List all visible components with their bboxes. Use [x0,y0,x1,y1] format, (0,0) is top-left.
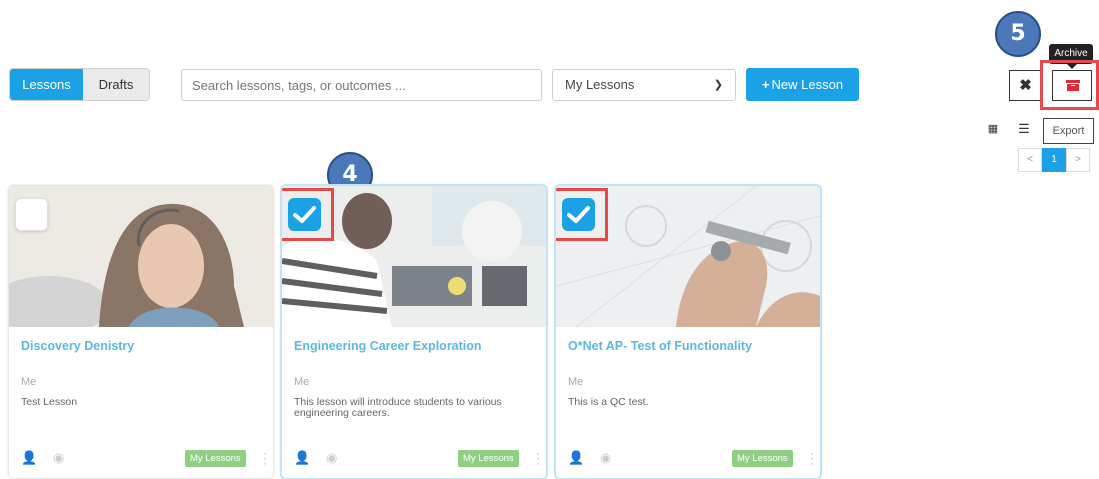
page-1-button[interactable]: 1 [1042,148,1066,172]
add-user-icon[interactable]: 👤 [294,450,310,466]
more-options-icon[interactable]: ⋮ [258,450,272,466]
export-button[interactable]: Export [1043,118,1094,144]
status-badge: My Lessons [185,450,246,467]
select-checkbox[interactable] [15,198,48,231]
step-marker-5: 5 [995,11,1041,57]
card-author: Me [568,376,584,388]
card-footer: 👤 ◉ My Lessons ⋮ [294,448,545,468]
new-lesson-label: New Lesson [771,77,844,92]
chevron-down-icon: ❯ [713,79,723,91]
search-input[interactable] [181,69,542,101]
card-footer: 👤 ◉ My Lessons ⋮ [21,448,272,468]
lesson-thumbnail [9,186,273,327]
lesson-filter-value: My Lessons [565,77,635,92]
more-options-icon[interactable]: ⋮ [531,450,545,466]
card-author: Me [21,376,37,388]
eye-icon[interactable]: ◉ [600,450,611,466]
card-title[interactable]: Engineering Career Exploration [294,339,482,353]
tab-drafts[interactable]: Drafts [83,69,149,100]
next-page-button[interactable]: > [1066,148,1090,172]
card-footer: 👤 ◉ My Lessons ⋮ [568,448,819,468]
add-user-icon[interactable]: 👤 [568,450,584,466]
prev-page-button[interactable]: < [1018,148,1042,172]
card-title[interactable]: Discovery Denistry [21,339,134,353]
card-description: This is a QC test. [568,396,649,408]
status-badge: My Lessons [732,450,793,467]
lesson-filter-select[interactable]: My Lessons ❯ [552,69,736,101]
highlight-checkbox [282,188,334,241]
card-title[interactable]: O*Net AP- Test of Functionality [568,339,752,353]
pagination: < 1 > [1018,148,1090,172]
eye-icon[interactable]: ◉ [53,450,64,466]
card-description: This lesson will introduce students to v… [294,396,502,419]
grid-view-icon[interactable]: ▦ [983,119,1003,139]
list-view-icon[interactable]: ☰ [1014,119,1034,139]
lesson-card[interactable]: O*Net AP- Test of Functionality Me This … [556,186,820,478]
eye-icon[interactable]: ◉ [326,450,337,466]
card-description: Test Lesson [21,396,78,408]
new-lesson-button[interactable]: + New Lesson [746,68,859,101]
more-options-icon[interactable]: ⋮ [805,450,819,466]
tab-lessons[interactable]: Lessons [10,69,83,100]
plus-icon: + [761,77,770,92]
lesson-tabs: Lessons Drafts [9,68,150,101]
highlight-archive [1040,60,1099,110]
add-user-icon[interactable]: 👤 [21,450,37,466]
lesson-card[interactable]: Engineering Career Exploration Me This l… [282,186,546,478]
lesson-card[interactable]: Discovery Denistry Me Test Lesson 👤 ◉ My… [9,186,273,478]
card-author: Me [294,376,310,388]
clear-selection-button[interactable]: ✖ [1009,70,1042,101]
highlight-checkbox [556,188,608,241]
status-badge: My Lessons [458,450,519,467]
